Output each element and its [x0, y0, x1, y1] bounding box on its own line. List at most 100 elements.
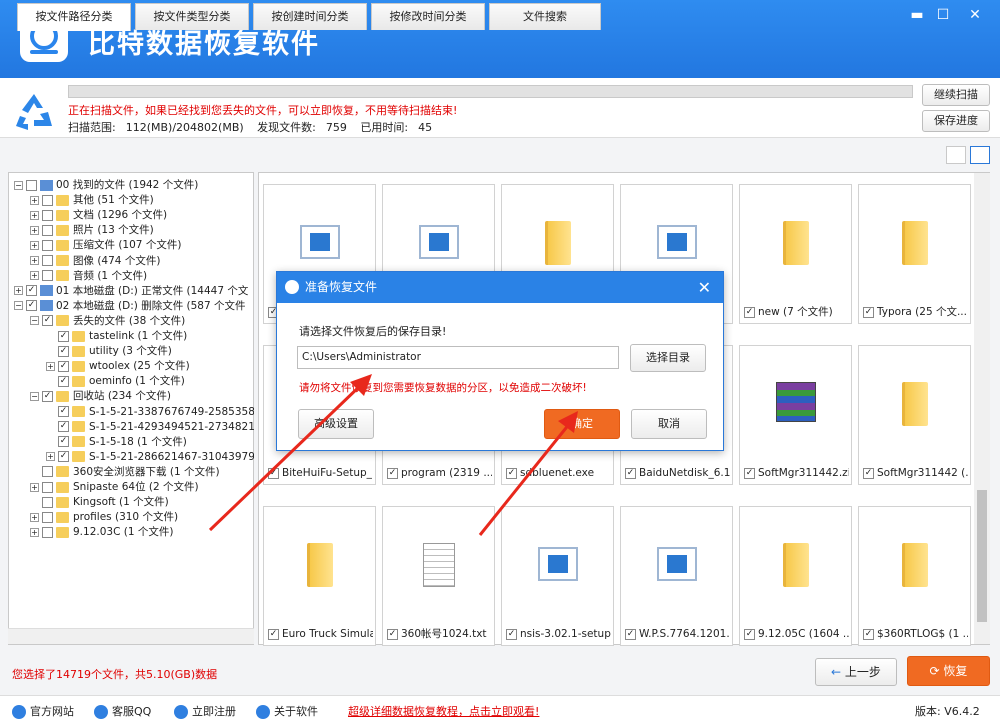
file-checkbox[interactable]: ✓: [387, 467, 398, 479]
tree-checkbox[interactable]: ✓: [58, 406, 69, 417]
tree-node[interactable]: − 00 找到的文件 (1942 个文件): [14, 178, 198, 193]
expand-toggle-icon[interactable]: −: [30, 316, 39, 326]
file-checkbox[interactable]: ✓: [268, 467, 279, 479]
tree-node[interactable]: ✓ S-1-5-21-3387676749-25853587: [46, 405, 254, 420]
tree-checkbox[interactable]: ✓: [58, 330, 69, 342]
file-card[interactable]: ✓ 9.12.05C (1604 ...: [739, 506, 852, 646]
confirm-button[interactable]: 确定: [544, 409, 620, 439]
tab-by-path[interactable]: 按文件路径分类: [17, 3, 131, 31]
tree-node[interactable]: + Snipaste 64位 (2 个文件): [30, 480, 199, 495]
file-card[interactable]: ✓ SoftMgr311442 (...: [858, 345, 971, 485]
expand-toggle-icon[interactable]: +: [30, 512, 39, 522]
expand-toggle-icon[interactable]: +: [30, 225, 39, 235]
tree-checkbox[interactable]: [42, 209, 53, 221]
save-progress-button[interactable]: 保存进度: [922, 110, 990, 132]
tree-node[interactable]: ✓ utility (3 个文件): [46, 344, 172, 359]
expand-toggle-icon[interactable]: +: [30, 240, 39, 250]
tree-checkbox[interactable]: [26, 179, 37, 191]
file-checkbox[interactable]: ✓: [268, 628, 279, 640]
tree-checkbox[interactable]: [42, 481, 53, 493]
grid-scroll-thumb[interactable]: [977, 490, 987, 622]
tree-checkbox[interactable]: ✓: [42, 390, 53, 402]
file-checkbox[interactable]: ✓: [625, 467, 636, 479]
minimize-button[interactable]: ▬: [906, 6, 928, 24]
previous-step-button[interactable]: ← 上一步: [815, 658, 897, 686]
file-card[interactable]: ✓ new (7 个文件): [739, 184, 852, 324]
tree-node[interactable]: + 图像 (474 个文件): [30, 254, 160, 269]
tree-node[interactable]: ✓ tastelink (1 个文件): [46, 329, 187, 344]
tab-by-type[interactable]: 按文件类型分类: [135, 3, 249, 30]
tree-checkbox[interactable]: ✓: [58, 345, 69, 357]
qq-link[interactable]: 客服QQ: [94, 703, 151, 719]
tree-node[interactable]: + 其他 (51 个文件): [30, 193, 154, 208]
register-link[interactable]: 立即注册: [174, 703, 236, 719]
tab-by-created[interactable]: 按创建时间分类: [253, 3, 367, 30]
expand-toggle-icon[interactable]: +: [30, 256, 39, 265]
file-checkbox[interactable]: ✓: [506, 467, 517, 479]
tree-node[interactable]: +9.12.03C (1 个文件): [30, 525, 173, 540]
file-card[interactable]: ✓ 360帐号1024.txt: [382, 506, 495, 646]
maximize-button[interactable]: ☐: [932, 6, 954, 24]
recover-button[interactable]: ⟳ 恢复: [907, 656, 990, 686]
tree-node[interactable]: Kingsoft (1 个文件): [30, 495, 169, 510]
tree-checkbox[interactable]: [42, 526, 53, 538]
tree-node[interactable]: ✓ S-1-5-18 (1 个文件): [46, 435, 187, 450]
tree-checkbox[interactable]: ✓: [58, 375, 69, 387]
tree-checkbox[interactable]: ✓: [42, 315, 53, 327]
choose-directory-button[interactable]: 选择目录: [630, 344, 706, 372]
dialog-close-icon[interactable]: ✕: [698, 272, 711, 303]
save-path-input[interactable]: C:\Users\Administrator: [297, 346, 619, 369]
tree-horizontal-scrollbar[interactable]: [8, 628, 254, 644]
tree-checkbox[interactable]: ✓: [58, 436, 69, 448]
tree-node[interactable]: 360安全浏览器下载 (1 个文件): [30, 465, 220, 480]
tree-checkbox[interactable]: ✓: [58, 421, 69, 433]
expand-toggle-icon[interactable]: +: [30, 271, 39, 281]
continue-scan-button[interactable]: 继续扫描: [922, 84, 990, 106]
tree-node[interactable]: + 压缩文件 (107 个文件): [30, 238, 181, 253]
list-view-icon[interactable]: [946, 146, 966, 164]
tree-checkbox[interactable]: [42, 466, 53, 478]
file-checkbox[interactable]: ✓: [744, 467, 755, 479]
tree-node[interactable]: + 音频 (1 个文件): [30, 269, 147, 284]
close-button[interactable]: ✕: [964, 6, 986, 24]
expand-toggle-icon[interactable]: +: [30, 527, 39, 537]
expand-toggle-icon[interactable]: +: [14, 286, 23, 296]
file-card[interactable]: ✓ $360RTLOG$ (1 ...: [858, 506, 971, 646]
tree-checkbox[interactable]: [42, 224, 53, 236]
tree-checkbox[interactable]: ✓: [58, 360, 69, 372]
about-link[interactable]: 关于软件: [256, 703, 318, 719]
tree-node[interactable]: + 文档 (1296 个文件): [30, 208, 167, 223]
tree-node[interactable]: + ✓ 01 本地磁盘 (D:) 正常文件 (14447 个文: [14, 284, 248, 299]
tree-checkbox[interactable]: ✓: [26, 300, 37, 312]
grid-view-icon[interactable]: [970, 146, 990, 164]
file-checkbox[interactable]: ✓: [863, 628, 874, 640]
file-card[interactable]: ✓ Typora (25 个文...: [858, 184, 971, 324]
tree-checkbox[interactable]: ✓: [58, 451, 69, 463]
advanced-settings-button[interactable]: 高级设置: [298, 409, 374, 439]
expand-toggle-icon[interactable]: −: [30, 391, 39, 401]
tree-node[interactable]: + 照片 (13 个文件): [30, 223, 154, 238]
tree-node[interactable]: + ✓ S-1-5-21-286621467-31043979-2: [46, 450, 254, 465]
expand-toggle-icon[interactable]: +: [46, 452, 55, 462]
file-checkbox[interactable]: ✓: [506, 628, 517, 640]
expand-toggle-icon[interactable]: −: [14, 301, 23, 311]
tab-file-search[interactable]: 文件搜索: [489, 3, 601, 30]
tree-node[interactable]: ✓ S-1-5-21-4293494521-27348211: [46, 420, 254, 435]
website-link[interactable]: 官方网站: [12, 703, 74, 719]
expand-toggle-icon[interactable]: +: [46, 361, 55, 371]
file-checkbox[interactable]: ✓: [744, 628, 755, 640]
file-checkbox[interactable]: ✓: [387, 628, 398, 640]
tree-checkbox[interactable]: ✓: [26, 285, 37, 297]
expand-toggle-icon[interactable]: −: [14, 180, 23, 190]
tree-checkbox[interactable]: [42, 270, 53, 282]
file-card[interactable]: ✓ W.P.S.7764.1201...: [620, 506, 733, 646]
expand-toggle-icon[interactable]: +: [30, 482, 39, 492]
tree-node[interactable]: + profiles (310 个文件): [30, 510, 178, 525]
tree-checkbox[interactable]: [42, 194, 53, 206]
tutorial-link[interactable]: 超级详细数据恢复教程，点击立即观看!: [348, 703, 539, 719]
file-checkbox[interactable]: ✓: [863, 467, 874, 479]
file-checkbox[interactable]: ✓: [625, 628, 636, 640]
tree-checkbox[interactable]: [42, 511, 53, 523]
tree-node[interactable]: − ✓ 丢失的文件 (38 个文件): [30, 314, 185, 329]
expand-toggle-icon[interactable]: +: [30, 195, 39, 205]
